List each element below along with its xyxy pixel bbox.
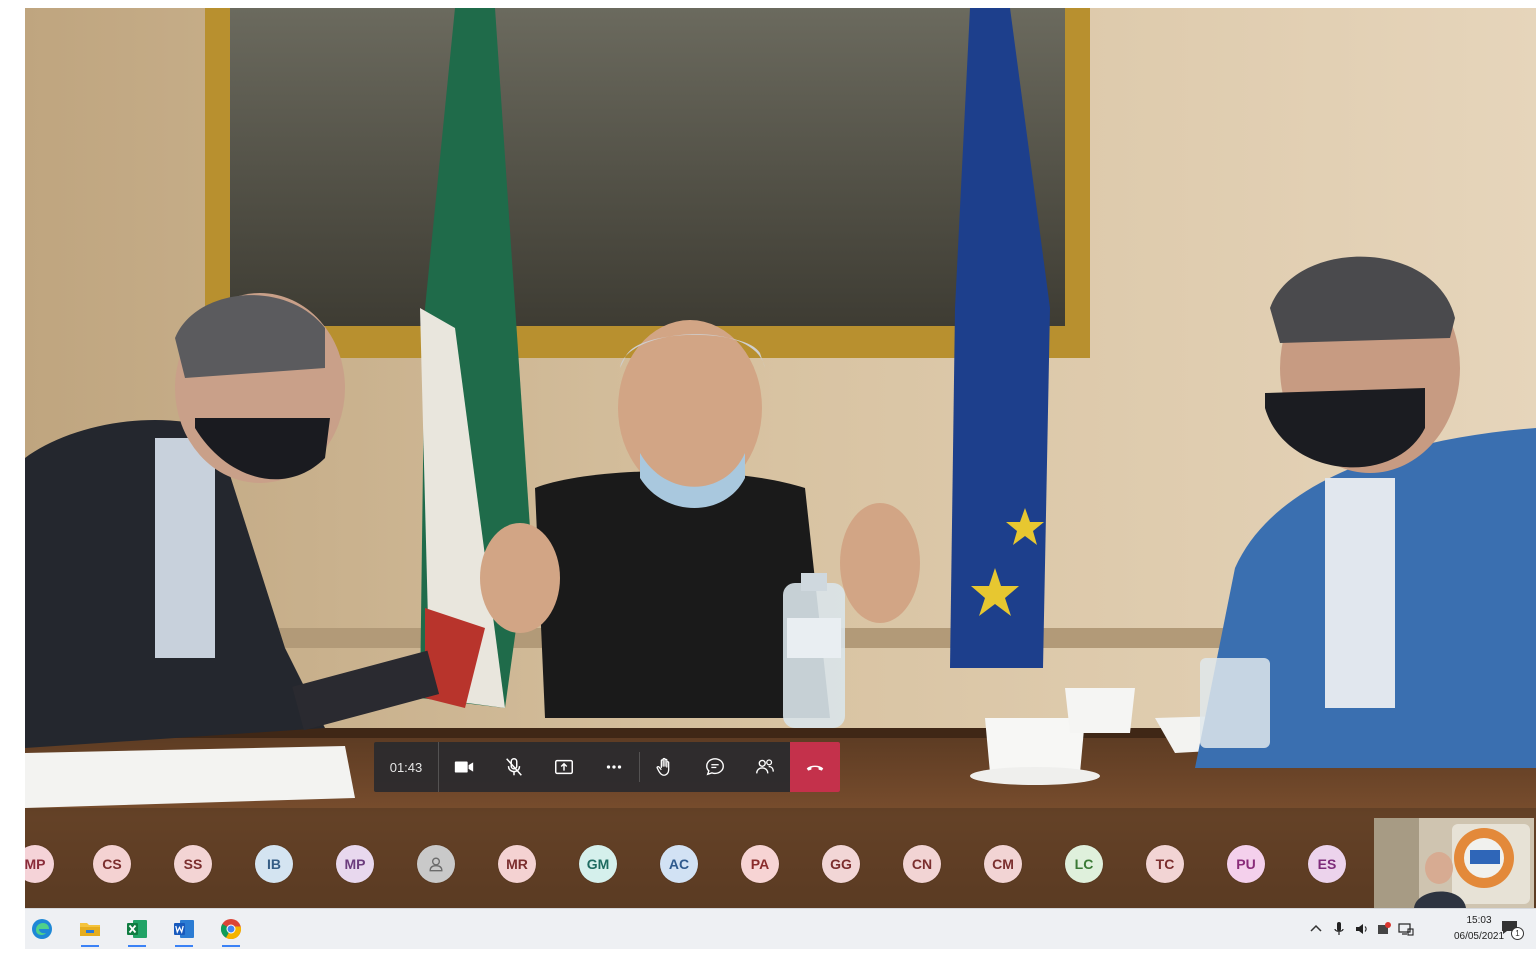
edge-icon [32,919,52,939]
participants-button[interactable] [740,742,790,792]
participant-avatar-tc[interactable]: TC [1146,845,1184,883]
participant-initials: AC [668,856,690,872]
microphone-icon[interactable] [1330,921,1348,937]
word-icon [174,920,194,938]
app-tray-icon[interactable] [1375,921,1393,937]
participant-initials: ES [1317,856,1337,872]
participant-initials: MP [344,856,366,872]
participant-initials: TC [1155,856,1175,872]
participant-avatar-ac[interactable]: AC [660,845,698,883]
hang-up-button[interactable] [790,742,840,792]
participant-initials: IB [267,856,281,872]
participant-initials: GM [586,856,610,872]
participant-initials: MP [25,856,46,872]
participant-avatar-cm[interactable]: CM [984,845,1022,883]
chrome-icon [220,919,242,940]
clock-date[interactable]: 06/05/2021 [1449,931,1509,942]
participant-initials: LC [1074,856,1094,872]
file-explorer-icon [80,923,100,936]
self-view-feed [1374,818,1534,908]
participant-avatar-pu[interactable]: PU [1227,845,1265,883]
self-view-video[interactable] [1374,818,1534,908]
more-options-button[interactable] [589,742,639,792]
chevron-up-icon[interactable] [1307,921,1325,937]
more-horizontal-icon [606,765,622,769]
share-screen-icon [555,759,573,775]
participant-avatar-ib[interactable]: IB [255,845,293,883]
participant-initials: CM [992,856,1014,872]
participant-avatar-cs[interactable]: CS [93,845,131,883]
participant-avatar-unknown[interactable] [417,845,455,883]
camera-button[interactable] [439,742,489,792]
call-control-bar: 01:43 [374,742,840,792]
share-screen-button[interactable] [539,742,589,792]
chat-icon [706,758,724,776]
taskbar-chrome[interactable] [216,915,246,947]
call-timer: 01:43 [374,742,439,792]
action-center-button[interactable]: 1 [1501,920,1524,940]
clock-time[interactable]: 15:03 [1449,915,1509,926]
participant-initials: SS [183,856,203,872]
hand-icon [656,757,670,776]
participant-initials: CS [102,856,122,872]
participant-avatar-mr[interactable]: MR [498,845,536,883]
taskbar-file-explorer[interactable] [75,915,105,947]
taskbar-edge[interactable] [27,915,57,943]
taskbar-word[interactable] [169,915,199,947]
participant-avatar-cn[interactable]: CN [903,845,941,883]
participant-initials: CN [911,856,933,872]
participant-initials: GG [830,856,852,872]
notification-count: 1 [1511,927,1524,940]
mute-button[interactable] [489,742,539,792]
participant-avatar-es[interactable]: ES [1308,845,1346,883]
windows-taskbar: 15:03 06/05/2021 1 [25,908,1536,949]
participant-avatar-gm[interactable]: GM [579,845,617,883]
participant-initials: PU [1236,856,1256,872]
microphone-off-icon [506,758,522,776]
chat-button[interactable] [690,742,740,792]
participant-avatar-pa[interactable]: PA [741,845,779,883]
people-icon [756,759,774,774]
participant-avatar-gg[interactable]: GG [822,845,860,883]
video-stage: 01:43 MP CS SS IB MP MR GM AC PA GG CN C… [25,8,1536,908]
participant-avatar-lc[interactable]: LC [1065,845,1103,883]
camera-icon [454,761,474,773]
participant-initials: PA [750,856,770,872]
participant-avatar-mp[interactable]: MP [336,845,374,883]
phone-hangup-icon [806,765,824,771]
raise-hand-button[interactable] [640,742,690,792]
person-icon [429,857,443,872]
taskbar-excel[interactable] [122,915,152,947]
participant-initials: MR [506,856,528,872]
network-icon[interactable] [1397,921,1415,937]
excel-icon [127,920,147,938]
participant-avatar-ss[interactable]: SS [174,845,212,883]
speaker-icon[interactable] [1353,921,1371,937]
